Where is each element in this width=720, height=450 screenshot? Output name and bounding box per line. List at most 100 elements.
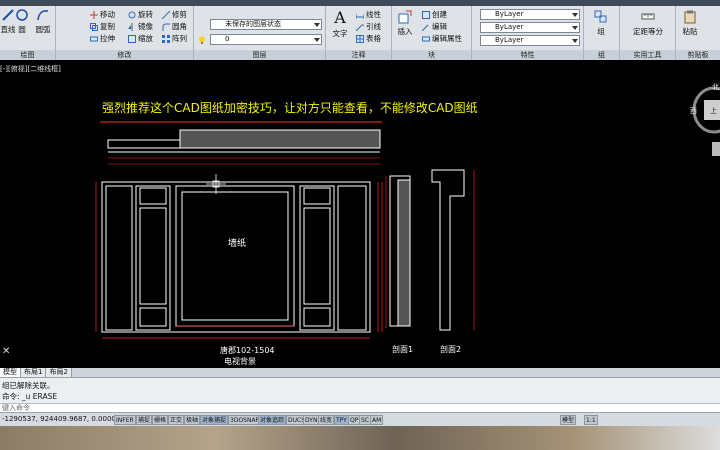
tv-wall-elevation <box>101 181 371 333</box>
ribbon: 直线 圆 圆弧 绘图 移动 旋转 修剪 复制 镜像 圆角 拉伸 缩放 阵列 修改… <box>0 0 720 60</box>
status-model-button[interactable]: 模型 <box>560 415 577 425</box>
chevron-down-icon <box>572 13 578 17</box>
create-block-label: 创建 <box>432 10 447 19</box>
status-snap-button[interactable]: 捕捉 <box>136 415 153 425</box>
linetype-combo[interactable]: ByLayer <box>480 22 580 33</box>
fillet-tool[interactable]: 圆角 <box>162 21 187 32</box>
copy-tool[interactable]: 复制 <box>90 21 115 32</box>
linetype-value: ByLayer <box>495 23 524 31</box>
cornice-section <box>107 129 381 153</box>
status-osnap-button[interactable]: 对象捕捉 <box>200 415 229 425</box>
insert-tool[interactable]: 插入 <box>394 10 416 37</box>
current-layer-combo[interactable]: 0 <box>210 34 322 45</box>
group-label: 组 <box>597 27 605 36</box>
layout-tabs: 模型 布局1 布局2 <box>0 368 720 377</box>
insert-label: 插入 <box>397 27 413 36</box>
chevron-down-icon <box>314 38 320 42</box>
linear-dim-tool[interactable]: 线性 <box>356 9 381 20</box>
lineweight-combo[interactable]: ByLayer <box>480 35 580 46</box>
top-dimensions <box>108 157 380 165</box>
create-block-tool[interactable]: 创建 <box>422 9 447 20</box>
viewcube-graphic <box>692 86 720 156</box>
viewport-controls-label[interactable]: [-][俯视][二维线框] <box>0 64 61 74</box>
stretch-label: 拉伸 <box>100 34 115 43</box>
table-tool[interactable]: 表格 <box>356 33 381 44</box>
properties-panel-title: 特性 <box>472 50 583 60</box>
mirror-label: 镜像 <box>138 22 153 31</box>
rotate-tool[interactable]: 旋转 <box>128 9 153 20</box>
array-label: 阵列 <box>172 34 187 43</box>
status-3dosnap-button[interactable]: 3DOSNAP <box>228 415 262 425</box>
viewcube-west: 西 <box>690 107 697 115</box>
annotation-scale-button[interactable]: 1:1 <box>584 415 598 425</box>
circle-icon <box>16 9 28 21</box>
fillet-label: 圆角 <box>172 22 187 31</box>
coordinate-readout: -1290537, 924409.9687, 0.0000 <box>2 415 116 423</box>
edit-block-tool[interactable]: 编辑 <box>422 21 447 32</box>
mirror-tool[interactable]: 镜像 <box>128 21 153 32</box>
layer-state-combo[interactable]: 未保存的图层状态 <box>210 19 322 30</box>
lightbulb-icon <box>199 36 205 44</box>
dimension-icon <box>356 13 364 19</box>
edit-attr-tool[interactable]: 编辑属性 <box>422 33 462 44</box>
status-otrack-button[interactable]: 对象追踪 <box>258 415 287 425</box>
divide-tool[interactable]: 定距等分 <box>624 10 672 37</box>
annotation-panel-title: 注释 <box>326 50 391 60</box>
paste-tool[interactable]: 粘贴 <box>680 10 700 37</box>
rotate-label: 旋转 <box>138 10 153 19</box>
circle-tool[interactable]: 圆 <box>14 8 30 35</box>
status-am-button[interactable]: AM <box>370 415 384 425</box>
current-layer-value: 0 <box>225 35 230 43</box>
rotate-icon <box>128 11 136 18</box>
tab-layout2[interactable]: 布局2 <box>46 368 72 377</box>
status-tpy-button[interactable]: TPY <box>334 415 349 425</box>
arc-tool[interactable]: 圆弧 <box>34 8 52 35</box>
tab-layout1[interactable]: 布局1 <box>21 368 47 377</box>
block-panel-title: 块 <box>392 50 471 60</box>
array-tool[interactable]: 阵列 <box>162 33 187 44</box>
drawing-canvas[interactable]: 强烈推荐这个CAD图纸加密技巧，让对方只能查看，不能修改CAD图纸 墙纸 唐郡1… <box>0 60 720 368</box>
wall-label: 墙纸 <box>228 237 246 249</box>
color-combo[interactable]: ByLayer <box>480 9 580 20</box>
leader-tool[interactable]: 引线 <box>356 21 381 32</box>
divide-label: 定距等分 <box>633 27 663 36</box>
leader-label: 引线 <box>366 22 381 31</box>
group-panel: 组 组 <box>584 6 620 60</box>
layer-state-value: 未保存的图层状态 <box>225 20 281 28</box>
section-2-label: 剖面2 <box>440 344 461 354</box>
scale-tool[interactable]: 缩放 <box>128 33 153 44</box>
elevation-dimensions <box>95 182 383 339</box>
group-panel-title: 组 <box>584 50 619 60</box>
block-panel: 插入 创建 编辑 编辑属性 块 <box>392 6 472 60</box>
group-tool[interactable]: 组 <box>588 10 614 37</box>
status-dyn-button[interactable]: DYN <box>303 415 320 425</box>
section-1-drawing <box>389 175 411 327</box>
status-grid-button[interactable]: 栅格 <box>152 415 169 425</box>
utilities-panel-title: 实用工具 <box>620 50 675 60</box>
status-lineweight-button[interactable]: 线宽 <box>318 415 335 425</box>
status-ortho-button[interactable]: 正交 <box>168 415 185 425</box>
create-block-icon <box>422 10 430 19</box>
text-a-icon: A <box>334 8 346 27</box>
command-history-line: 命令: _u ERASE <box>2 392 58 401</box>
section-1-label: 剖面1 <box>392 344 413 354</box>
status-infer-button[interactable]: INFER <box>114 415 136 425</box>
elevation-title: 唐郡102-1504 <box>220 345 275 355</box>
status-bar: -1290537, 924409.9687, 0.0000 INFER 捕捉 栅… <box>0 412 720 426</box>
properties-panel: ByLayer ByLayer ByLayer 特性 <box>472 6 584 60</box>
stretch-tool[interactable]: 拉伸 <box>90 33 115 44</box>
stretch-icon <box>90 36 98 41</box>
tab-model[interactable]: 模型 <box>0 368 21 377</box>
move-tool[interactable]: 移动 <box>90 9 115 20</box>
utilities-panel: 定距等分 实用工具 <box>620 6 676 60</box>
status-polar-button[interactable]: 极轴 <box>184 415 201 425</box>
linear-dim-label: 线性 <box>366 10 381 19</box>
table-label: 表格 <box>366 34 381 43</box>
chevron-down-icon <box>314 23 320 27</box>
desktop-background <box>0 426 720 450</box>
trim-tool[interactable]: 修剪 <box>162 9 187 20</box>
layer-panel: 未保存的图层状态 0 图层 <box>194 6 326 60</box>
draw-panel: 直线 圆 圆弧 绘图 <box>0 6 56 60</box>
text-tool[interactable]: A 文字 <box>330 8 350 39</box>
viewcube[interactable]: 北 西 上 <box>690 80 720 160</box>
